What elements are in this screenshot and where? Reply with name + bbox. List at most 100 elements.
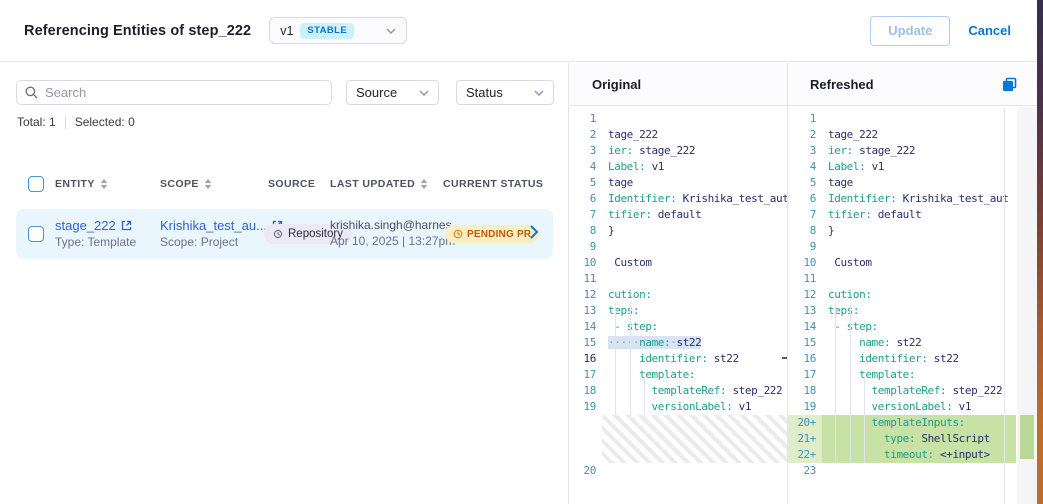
entity-cell: stage_222 Type: Template	[55, 218, 136, 249]
line-number: 3	[570, 143, 602, 159]
chevron-right-icon	[530, 225, 539, 239]
source-filter-label: Source	[356, 85, 397, 100]
updated-at: Apr 10, 2025 | 13:27pm	[330, 234, 462, 248]
update-button[interactable]: Update	[870, 16, 950, 46]
line-number: 7	[788, 207, 822, 223]
select-all-checkbox[interactable]	[28, 176, 44, 192]
line-number: 20	[570, 463, 602, 479]
entity-link[interactable]: stage_222	[55, 218, 136, 233]
code-line: 9	[788, 239, 1037, 255]
line-content: - step:	[822, 319, 1016, 335]
table-header: ENTITY SCOPE SOURCE LAST UPDATED CURRENT STA…	[0, 176, 568, 194]
yaml-diff-viewer: Original 12tage_2223ier: stage_2224Label…	[570, 63, 1037, 504]
line-number: 12	[570, 287, 602, 303]
chevron-down-icon	[419, 90, 429, 96]
column-label: SOURCE	[268, 178, 315, 190]
line-number: 2	[570, 127, 602, 143]
line-number: 17	[788, 367, 822, 383]
line-number: 12	[788, 287, 822, 303]
code-line: 6Identifier: Krishika_test_aut	[788, 191, 1037, 207]
scope-name: Krishika_test_au...	[160, 218, 267, 233]
column-label: ENTITY	[55, 178, 95, 190]
line-number: 5	[788, 175, 822, 191]
code-line: 11	[788, 271, 1037, 287]
code-line: 18 templateRef: step_222	[570, 383, 787, 399]
line-number: 22+	[788, 447, 822, 463]
refreshed-pane: Refreshed 12tage_2223ier: stage_2224Labe…	[788, 63, 1037, 504]
line-content: teps:	[822, 303, 1016, 319]
line-content: timeout: <+input>	[822, 447, 1016, 463]
line-content: }	[602, 223, 787, 239]
column-header-current-status: CURRENT STATUS	[443, 178, 543, 190]
code-line: 2tage_222	[788, 127, 1037, 143]
search-box[interactable]	[16, 80, 332, 105]
status-filter-select[interactable]: Status	[456, 80, 554, 105]
overview-ruler	[1017, 107, 1037, 504]
original-pane: Original 12tage_2223ier: stage_2224Label…	[570, 63, 788, 504]
code-line: 14 - step:	[570, 319, 787, 335]
column-label: SCOPE	[160, 178, 199, 190]
column-header-scope[interactable]: SCOPE	[160, 178, 211, 190]
line-number: 13	[788, 303, 822, 319]
sort-icon[interactable]	[101, 179, 107, 189]
search-icon	[25, 86, 38, 99]
sort-icon[interactable]	[205, 179, 211, 189]
line-number: 21+	[788, 431, 822, 447]
code-line: 1	[570, 111, 787, 127]
code-line: 11	[570, 271, 787, 287]
chevron-down-icon	[534, 90, 544, 96]
indent-guide	[835, 303, 836, 463]
line-number: 11	[570, 271, 602, 287]
code-line: 14 - step:	[788, 319, 1037, 335]
line-content: name: st22	[822, 335, 1016, 351]
line-content: }	[822, 223, 1016, 239]
sort-icon[interactable]	[421, 179, 427, 189]
copy-icon[interactable]	[1002, 77, 1017, 92]
editor-boundary-line	[1004, 107, 1005, 504]
line-content: tage_222	[822, 127, 1016, 143]
repository-icon	[273, 229, 283, 239]
column-label: LAST UPDATED	[330, 178, 415, 190]
line-number: 3	[788, 143, 822, 159]
code-line: 3ier: stage_222	[788, 143, 1037, 159]
row-checkbox[interactable]	[28, 226, 44, 242]
row-expand-chevron[interactable]	[530, 225, 539, 239]
line-number: 10	[788, 255, 822, 271]
search-input[interactable]	[45, 85, 323, 100]
code-line: 1	[788, 111, 1037, 127]
line-content	[822, 111, 1016, 127]
table-row[interactable]: stage_222 Type: Template Krishika_test_a…	[16, 209, 553, 259]
code-line: 19 versionLabel: v1	[788, 399, 1037, 415]
last-updated-cell: krishika.singh@harnes... Apr 10, 2025 | …	[330, 218, 462, 248]
original-code-editor[interactable]: 12tage_2223ier: stage_2224Label: v15tage…	[570, 107, 787, 504]
column-header-entity[interactable]: ENTITY	[55, 178, 107, 190]
line-number: 6	[570, 191, 602, 207]
added-lines-marker	[1020, 415, 1034, 459]
selected-count: Selected: 0	[75, 115, 135, 129]
line-number: 19	[788, 399, 822, 415]
line-content	[822, 463, 1016, 479]
code-line: 17 template:	[570, 367, 787, 383]
version-select[interactable]: v1 STABLE	[269, 17, 407, 44]
code-line: 5tage	[570, 175, 787, 191]
line-content: ier: stage_222	[822, 143, 1016, 159]
code-line: 13teps:	[570, 303, 787, 319]
line-content: Label: v1	[602, 159, 787, 175]
code-line: 12cution:	[788, 287, 1037, 303]
source-filter-select[interactable]: Source	[346, 80, 439, 105]
line-number: 7	[570, 207, 602, 223]
line-number: 9	[570, 239, 602, 255]
line-number: 18	[570, 383, 602, 399]
cancel-button[interactable]: Cancel	[968, 23, 1011, 38]
line-number: 10	[570, 255, 602, 271]
line-number: 20+	[788, 415, 822, 431]
line-number: 16	[570, 351, 602, 367]
entity-list-panel: Source Status Total: 1 Selected: 0 ENTIT…	[0, 63, 569, 504]
column-header-last-updated[interactable]: LAST UPDATED	[330, 178, 427, 190]
code-line: 20	[570, 463, 787, 479]
line-content: cution:	[602, 287, 787, 303]
line-number: 19	[570, 399, 602, 415]
code-line: 20+ templateInputs:	[788, 415, 1037, 431]
code-line: 5tage	[788, 175, 1037, 191]
refreshed-code-editor[interactable]: 12tage_2223ier: stage_2224Label: v15tage…	[788, 107, 1037, 504]
